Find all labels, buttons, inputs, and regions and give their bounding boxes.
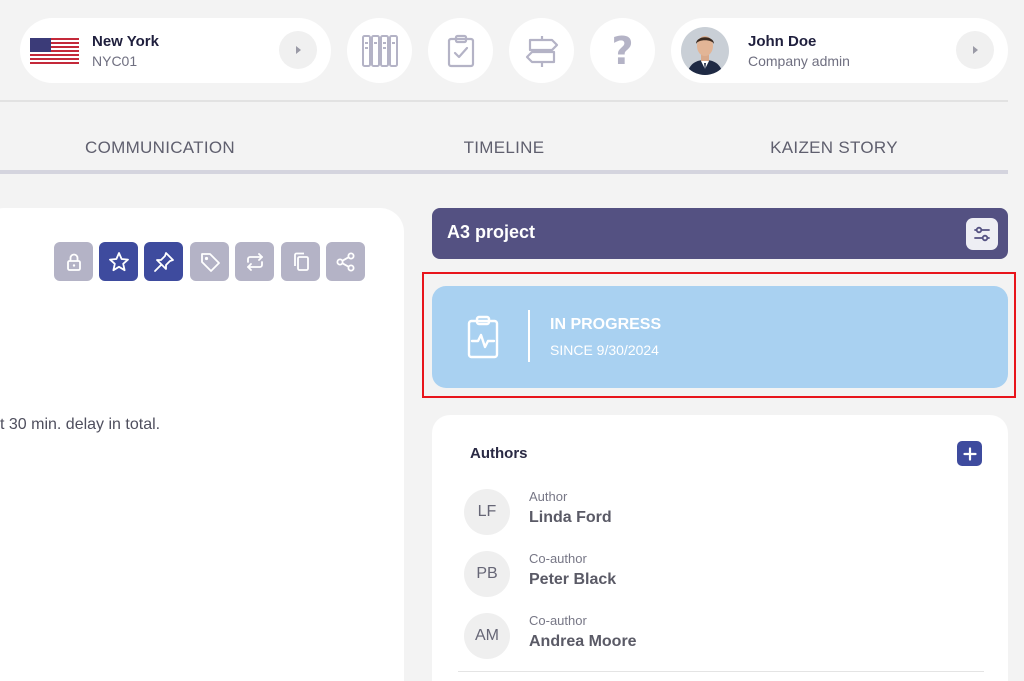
tag-button[interactable] (190, 242, 229, 281)
list-item[interactable]: PB Co-author Peter Black (464, 551, 964, 599)
author-role: Co-author (529, 613, 587, 628)
clipboard-check-icon (447, 34, 474, 67)
list-item[interactable]: LF Author Linda Ford (464, 489, 964, 537)
tag-icon (200, 252, 220, 272)
play-arrow-icon (973, 46, 978, 54)
plus-icon (962, 446, 977, 461)
pin-button[interactable] (144, 242, 183, 281)
lock-button[interactable] (54, 242, 93, 281)
user-name: John Doe (748, 33, 817, 50)
star-icon (108, 251, 129, 271)
user-expand-button[interactable] (956, 31, 994, 69)
description-text: t 30 min. delay in total. (0, 416, 161, 433)
project-title: A3 project (447, 222, 536, 242)
author-role: Author (529, 489, 568, 504)
location-code: NYC01 (92, 53, 138, 69)
copy-icon (293, 252, 309, 271)
location-selector[interactable]: New York NYC01 (20, 18, 331, 83)
lock-icon (66, 253, 81, 271)
author-avatar: LF (464, 489, 510, 535)
favorite-button[interactable] (99, 242, 138, 281)
filter-button[interactable] (966, 218, 998, 250)
authors-heading: Authors (470, 445, 528, 462)
project-header: A3 project (432, 208, 1008, 259)
authors-divider (458, 671, 984, 672)
tabs-underline (0, 170, 1008, 174)
sliders-icon (974, 226, 990, 242)
user-text: John Doe Company admin (748, 33, 850, 71)
columns-icon (361, 34, 398, 67)
status-highlight-frame (422, 272, 1016, 398)
author-name: Andrea Moore (529, 633, 637, 650)
pin-icon (153, 251, 174, 272)
avatar (681, 27, 729, 75)
add-author-button[interactable] (957, 441, 982, 466)
header-divider (0, 100, 1008, 102)
tasks-button[interactable] (428, 18, 493, 83)
help-button[interactable]: ? (590, 18, 655, 83)
play-arrow-icon (296, 46, 301, 54)
user-menu[interactable]: John Doe Company admin (671, 18, 1008, 83)
directions-button[interactable] (509, 18, 574, 83)
location-text: New York NYC01 (92, 33, 159, 71)
author-name: Peter Black (529, 571, 617, 588)
help-icon: ? (611, 28, 634, 73)
author-name: Linda Ford (529, 509, 612, 526)
author-avatar: PB (464, 551, 510, 597)
board-button[interactable] (347, 18, 412, 83)
repeat-icon (246, 252, 263, 271)
copy-button[interactable] (281, 242, 320, 281)
list-item[interactable]: AM Co-author Andrea Moore (464, 613, 964, 661)
tab-bar: COMMUNICATION TIMELINE KAIZEN STORY (0, 130, 1008, 174)
us-flag-icon (30, 38, 79, 64)
author-avatar: AM (464, 613, 510, 659)
author-role: Co-author (529, 551, 587, 566)
share-button[interactable] (326, 242, 365, 281)
tab-communication[interactable]: COMMUNICATION (50, 138, 270, 158)
authors-card: Authors LF Author Linda Ford PB Co-autho… (432, 415, 1008, 681)
signpost-icon (525, 35, 558, 67)
location-city: New York (92, 33, 159, 50)
user-role: Company admin (748, 53, 850, 69)
share-icon (336, 252, 354, 271)
location-expand-button[interactable] (279, 31, 317, 69)
tab-kaizen-story[interactable]: KAIZEN STORY (724, 138, 944, 158)
repeat-button[interactable] (235, 242, 274, 281)
tab-timeline[interactable]: TIMELINE (394, 138, 614, 158)
